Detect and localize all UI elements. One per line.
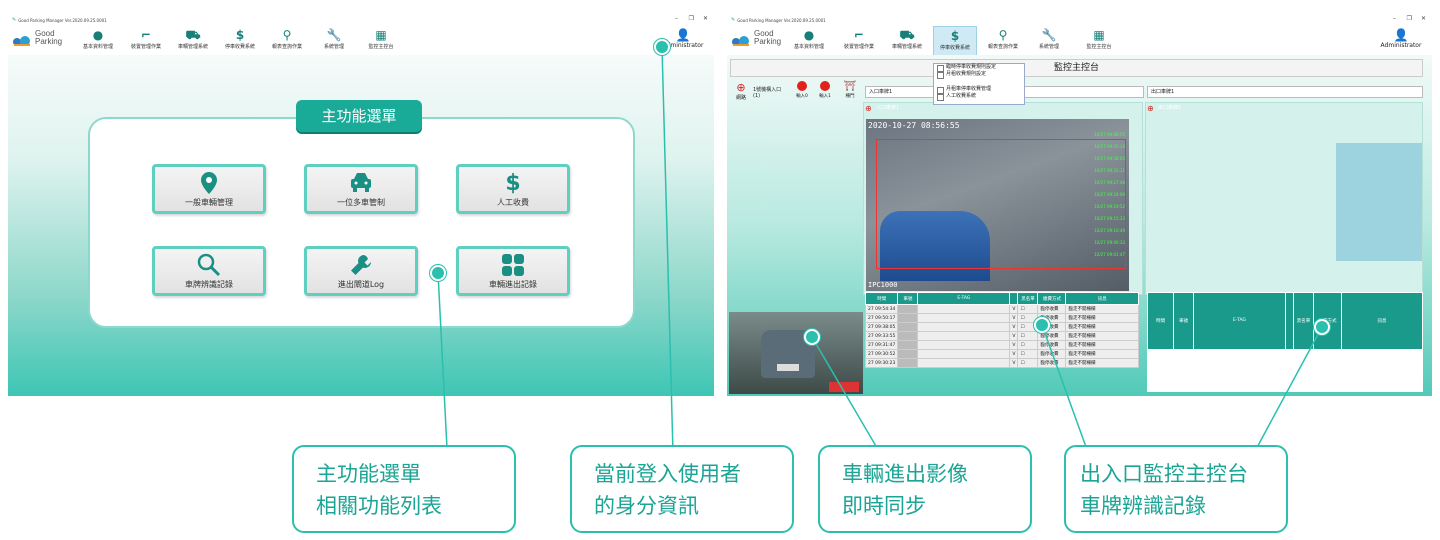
callout-marker bbox=[654, 39, 670, 55]
callout-main-menu: 主功能選單 相關功能列表 bbox=[292, 445, 516, 533]
menu-item-monthly-rule[interactable]: 月租收費規則設定 bbox=[934, 71, 1024, 79]
callout-monitor-console: 出入口監控主控台 車牌辨識記錄 bbox=[1064, 445, 1288, 533]
menu-item-manual-billing[interactable]: 人工收費系統 bbox=[934, 93, 1024, 101]
billing-dropdown-menu: 臨時停車收費規則設定 月租收費規則設定 月租車停車收費管理 人工收費系統 bbox=[933, 63, 1025, 105]
callout-marker bbox=[1034, 317, 1050, 333]
callout-video-sync: 車輛進出影像 即時同步 bbox=[818, 445, 1032, 533]
menu-item-temp-rule[interactable]: 臨時停車收費規則設定 bbox=[934, 64, 1024, 72]
menu-item-monthly-manage[interactable]: 月租車停車收費管理 bbox=[934, 86, 1024, 94]
callout-marker bbox=[1314, 319, 1330, 335]
callout-marker bbox=[430, 265, 446, 281]
callout-marker bbox=[804, 329, 820, 345]
callout-user-info: 當前登入使用者 的身分資訊 bbox=[570, 445, 794, 533]
